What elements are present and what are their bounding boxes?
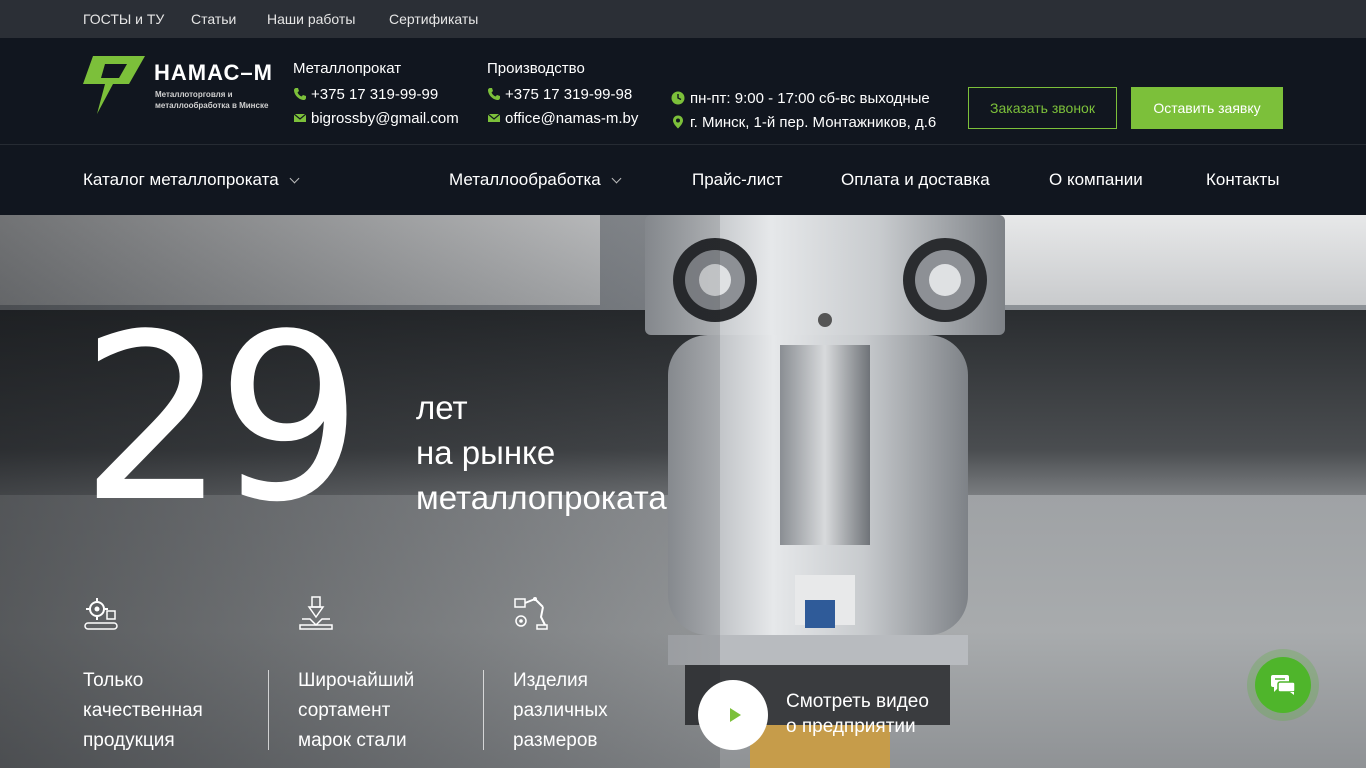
topbar-link-certificates[interactable]: Сертификаты <box>389 11 478 27</box>
chat-icon <box>1271 675 1296 695</box>
feature-sizes: Изделия различных размеров <box>513 595 693 751</box>
work-info: пн-пт: 9:00 - 17:00 сб-вс выходные г. Ми… <box>671 86 936 134</box>
phone-icon <box>294 88 306 100</box>
nav-item-about[interactable]: О компании <box>1049 170 1143 190</box>
feature-divider <box>483 670 484 750</box>
hero-bg-panel-right <box>1000 215 1366 305</box>
nav-item-contacts[interactable]: Контакты <box>1206 170 1279 190</box>
feature-assortment: Широчайший сортамент марок стали <box>298 595 478 751</box>
phone-icon <box>488 88 500 100</box>
feature-text: Широчайший сортамент марок стали <box>298 666 414 756</box>
address-text: г. Минск, 1-й пер. Монтажников, д.6 <box>690 113 937 131</box>
feature-line: различных <box>513 700 608 721</box>
top-bar: ГОСТЫ и ТУ Статьи Наши работы Сертификат… <box>0 0 1366 38</box>
nav-item-label: О компании <box>1049 170 1143 189</box>
contact-block-production: Производство +375 17 319-99-98 office@na… <box>487 60 638 130</box>
play-video-button[interactable] <box>698 680 768 750</box>
email-text: office@namas-m.by <box>505 109 639 127</box>
location-pin-icon <box>673 115 683 129</box>
feature-text: Изделия различных размеров <box>513 666 608 756</box>
feature-line: Изделия <box>513 670 588 691</box>
logo[interactable]: НАМАС–М Металлоторговля и металлообработ… <box>83 54 283 114</box>
topbar-link-gosts[interactable]: ГОСТЫ и ТУ <box>83 11 164 27</box>
feature-line: Только <box>83 670 144 691</box>
nav-item-label: Металлообработка <box>449 170 601 189</box>
nav-item-label: Оплата и доставка <box>841 170 990 189</box>
topbar-link-works[interactable]: Наши работы <box>267 11 355 27</box>
contact-phone[interactable]: +375 17 319-99-99 <box>293 82 459 106</box>
feature-line: марок стали <box>298 730 407 751</box>
feature-line: Широчайший <box>298 670 415 691</box>
nav-item-label: Контакты <box>1206 170 1280 189</box>
mail-icon <box>293 113 307 122</box>
nav-item-payment-delivery[interactable]: Оплата и доставка <box>841 170 990 190</box>
video-label-line: о предприятии <box>786 716 916 737</box>
years-caption-line: металлопроката <box>416 479 667 516</box>
contact-phone[interactable]: +375 17 319-99-98 <box>487 82 638 106</box>
years-caption: лет на рынке металлопроката <box>416 385 667 520</box>
feature-line: размеров <box>513 730 598 751</box>
mail-icon <box>487 113 501 122</box>
header: НАМАС–М Металлоторговля и металлообработ… <box>0 38 1366 145</box>
nav-item-label: Каталог металлопроката <box>83 170 279 189</box>
contact-title: Производство <box>487 60 585 77</box>
years-caption-line: лет <box>416 389 468 426</box>
main-nav: Каталог металлопроката Металлообработка … <box>0 145 1366 215</box>
nav-item-catalog[interactable]: Каталог металлопроката <box>83 170 300 190</box>
contact-email[interactable]: bigrossby@gmail.com <box>293 106 459 130</box>
nav-item-pricelist[interactable]: Прайс-лист <box>692 170 783 190</box>
chevron-down-icon <box>611 173 622 183</box>
contact-block-metal: Металлопрокат +375 17 319-99-99 bigrossb… <box>293 60 459 130</box>
topbar-link-articles[interactable]: Статьи <box>191 11 236 27</box>
hero-section: 29 лет на рынке металлопроката Только ка… <box>0 215 1366 768</box>
feature-line: качественная <box>83 700 203 721</box>
hours-text: пн-пт: 9:00 - 17:00 сб-вс выходные <box>690 89 930 107</box>
email-text: bigrossby@gmail.com <box>311 109 459 127</box>
feature-line: сортамент <box>298 700 391 721</box>
play-icon <box>729 708 741 722</box>
address: г. Минск, 1-й пер. Монтажников, д.6 <box>671 110 936 134</box>
feature-quality: Только качественная продукция <box>83 595 263 751</box>
chevron-down-icon <box>289 173 300 183</box>
press-icon <box>299 596 333 630</box>
video-label-line: Смотреть видео <box>786 691 929 712</box>
years-number: 29 <box>80 286 363 553</box>
logo-icon <box>83 56 145 114</box>
callback-button[interactable]: Заказать звонок <box>968 87 1117 129</box>
request-button[interactable]: Оставить заявку <box>1131 87 1283 129</box>
contact-title: Металлопрокат <box>293 60 402 77</box>
contact-email[interactable]: office@namas-m.by <box>487 106 638 130</box>
video-label[interactable]: Смотреть видео о предприятии <box>786 689 929 739</box>
work-hours: пн-пт: 9:00 - 17:00 сб-вс выходные <box>671 86 936 110</box>
phone-text: +375 17 319-99-98 <box>505 85 633 103</box>
feature-divider <box>268 670 269 750</box>
nav-item-metalworking[interactable]: Металлообработка <box>449 170 622 190</box>
robot-arm-icon <box>514 597 548 630</box>
clock-icon <box>671 91 685 105</box>
feature-text: Только качественная продукция <box>83 666 203 756</box>
logo-name: НАМАС–М <box>154 60 273 85</box>
nav-item-label: Прайс-лист <box>692 170 783 189</box>
phone-text: +375 17 319-99-99 <box>311 85 439 103</box>
gear-conveyor-icon <box>84 598 118 630</box>
feature-line: продукция <box>83 730 175 751</box>
chat-button[interactable] <box>1255 657 1311 713</box>
years-caption-line: на рынке <box>416 434 556 471</box>
logo-tagline: Металлоторговля и металлообработка в Мин… <box>155 90 269 110</box>
